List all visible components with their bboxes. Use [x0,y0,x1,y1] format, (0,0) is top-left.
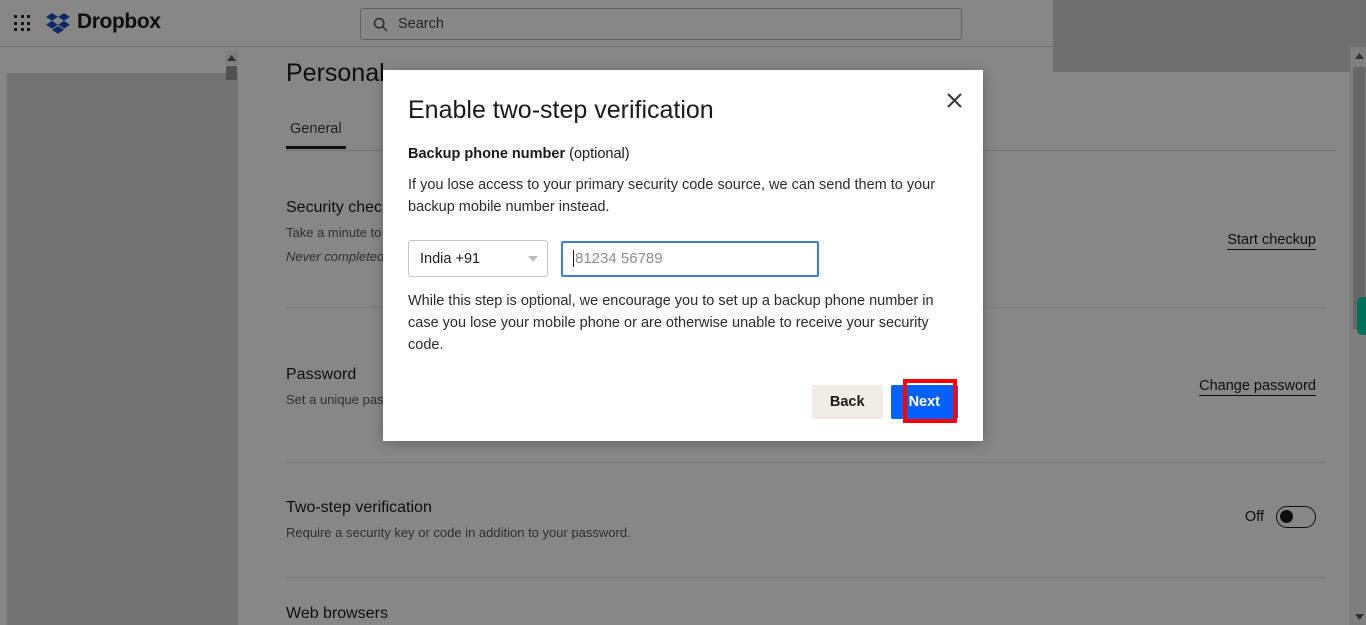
phone-number-placeholder: 81234 56789 [575,250,663,267]
close-x-icon [946,92,962,108]
backup-phone-label-strong: Backup phone number [408,146,566,162]
country-code-select[interactable]: India +91 [408,240,548,277]
backup-phone-label: Backup phone number (optional) [408,144,958,164]
two-step-verification-dialog: Enable two-step verification Backup phon… [383,70,983,441]
dialog-actions: Back Next [811,385,958,419]
dialog-title: Enable two-step verification [408,96,714,124]
dialog-help-text: If you lose access to your primary secur… [408,177,936,215]
back-button[interactable]: Back [811,385,883,419]
text-caret [573,250,574,267]
country-code-value: India +91 [420,250,481,267]
phone-number-input[interactable]: 81234 56789 [561,240,819,277]
close-dialog-button[interactable] [941,87,967,113]
dialog-body: Backup phone number (optional) If you lo… [408,144,958,356]
phone-entry-row: India +91 81234 56789 [408,240,958,277]
chevron-down-icon [528,255,538,262]
dialog-note-text: While this step is optional, we encourag… [408,293,934,353]
next-button[interactable]: Next [890,385,958,419]
backup-phone-label-optional: (optional) [565,146,630,162]
